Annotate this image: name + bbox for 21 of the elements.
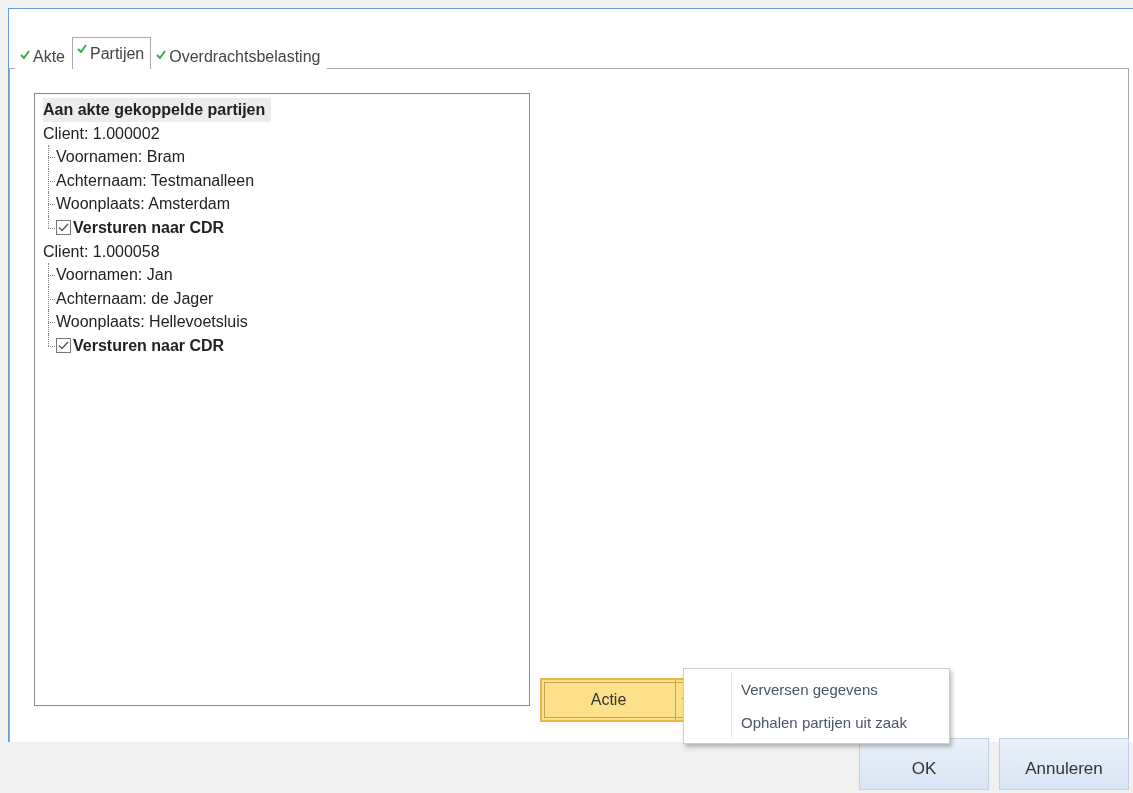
tree-title: Aan akte gekoppelde partijen xyxy=(43,98,272,122)
tree-item[interactable]: Voornamen: Bram xyxy=(56,145,185,169)
check-icon xyxy=(20,50,30,59)
check-icon xyxy=(77,44,87,53)
menu-item[interactable]: Verversen gegevens xyxy=(684,673,949,706)
tree-item[interactable]: Woonplaats: Hellevoetsluis xyxy=(56,310,248,334)
checkbox[interactable] xyxy=(56,220,71,236)
tree-item[interactable]: Woonplaats: Amsterdam xyxy=(56,192,230,216)
dialog-button[interactable]: OK xyxy=(859,738,989,790)
dialog-button[interactable]: Annuleren xyxy=(999,738,1129,790)
tab[interactable]: Partijen xyxy=(72,37,152,69)
tree-item[interactable]: Client: 1.000058 xyxy=(43,239,521,264)
tree-item[interactable]: Client: 1.000002 xyxy=(43,121,521,146)
tree-item[interactable]: Achternaam: Testmanalleen xyxy=(56,168,255,193)
tree-item[interactable]: Achternaam: de Jager xyxy=(56,286,214,311)
check-icon xyxy=(156,50,167,59)
tree-item[interactable]: Versturen naar CDR xyxy=(73,215,225,240)
tree-item[interactable]: Versturen naar CDR xyxy=(73,333,225,358)
checkbox[interactable] xyxy=(56,338,71,354)
tree-item[interactable]: Voornamen: Jan xyxy=(56,263,173,287)
menu-item[interactable]: Ophalen partijen uit zaak xyxy=(684,706,949,739)
